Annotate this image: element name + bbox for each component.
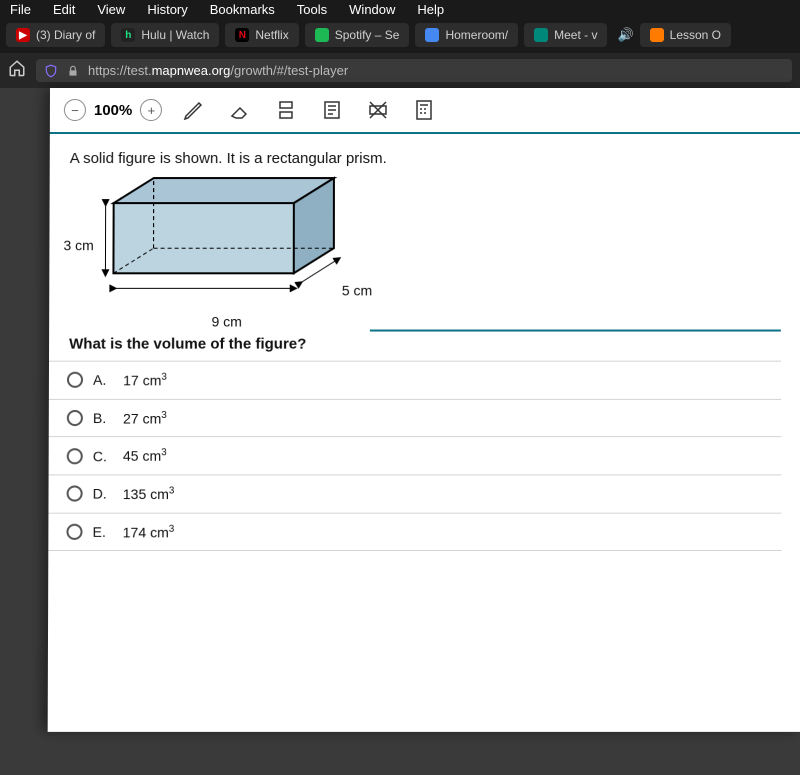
meet-icon <box>534 28 548 42</box>
url-bar[interactable]: https://test.mapnwea.org/growth/#/test-p… <box>36 59 792 82</box>
tab-strip: ▶ (3) Diary of h Hulu | Watch N Netflix Spo… <box>0 19 800 53</box>
netflix-icon: N <box>235 28 249 42</box>
radio-icon[interactable] <box>67 486 83 502</box>
question-ask: What is the volume of the figure? <box>69 336 781 353</box>
dim-height: 3 cm <box>63 237 93 253</box>
option-letter: C. <box>93 448 113 464</box>
tab-lesson[interactable]: Lesson O <box>640 23 731 47</box>
lock-icon <box>66 64 80 78</box>
menu-file[interactable]: File <box>10 2 31 17</box>
dim-width: 9 cm <box>212 313 242 329</box>
zoom-in-button[interactable]: + <box>140 99 162 121</box>
tab-meet[interactable]: Meet - v <box>524 23 607 47</box>
menu-help[interactable]: Help <box>417 2 444 17</box>
tab-netflix[interactable]: N Netflix <box>225 23 298 47</box>
option-value: 174 cm3 <box>123 523 175 540</box>
zoom-controls: − 100% + <box>64 99 162 121</box>
lesson-icon <box>650 28 664 42</box>
tab-diary[interactable]: ▶ (3) Diary of <box>6 23 105 47</box>
tab-hulu[interactable]: h Hulu | Watch <box>111 23 219 47</box>
pencil-icon[interactable] <box>180 96 208 124</box>
menu-tools[interactable]: Tools <box>297 2 327 17</box>
menu-window[interactable]: Window <box>349 2 395 17</box>
option-letter: A. <box>93 372 113 388</box>
dim-depth: 5 cm <box>342 282 372 298</box>
option-value: 135 cm3 <box>123 485 175 502</box>
question-area: A solid figure is shown. It is a rectang… <box>48 134 800 551</box>
tab-label: Hulu | Watch <box>141 28 209 42</box>
option-e[interactable]: E. 174 cm3 <box>48 512 781 551</box>
tab-label: Meet - v <box>554 28 597 42</box>
eraser-icon[interactable] <box>226 96 254 124</box>
shield-icon <box>44 64 58 78</box>
prism-figure: 3 cm 9 cm 5 cm <box>63 177 384 338</box>
option-a[interactable]: A. 17 cm3 <box>49 361 781 399</box>
menu-history[interactable]: History <box>147 2 187 17</box>
highlighter-icon[interactable] <box>272 96 300 124</box>
test-page: − 100% + A solid figure is shown. It is … <box>48 88 800 732</box>
spotify-icon <box>315 28 329 42</box>
option-value: 27 cm3 <box>123 410 167 427</box>
option-d[interactable]: D. 135 cm3 <box>48 474 781 512</box>
tab-label: Homeroom/ <box>445 28 508 42</box>
tab-label: (3) Diary of <box>36 28 95 42</box>
option-letter: E. <box>93 524 113 540</box>
menu-bar: File Edit View History Bookmarks Tools W… <box>0 0 800 19</box>
option-letter: D. <box>93 486 113 502</box>
tab-spotify[interactable]: Spotify – Se <box>305 23 410 47</box>
answer-list: A. 17 cm3 B. 27 cm3 C. 45 cm3 D. 135 cm3… <box>48 361 781 552</box>
url-text: https://test.mapnwea.org/growth/#/test-p… <box>88 63 348 78</box>
prism-svg <box>93 173 364 313</box>
cross-out-icon[interactable] <box>364 96 392 124</box>
sound-icon[interactable]: 🔊 <box>617 27 633 43</box>
menu-view[interactable]: View <box>97 2 125 17</box>
radio-icon[interactable] <box>66 524 82 540</box>
youtube-icon: ▶ <box>16 28 30 42</box>
tab-label: Spotify – Se <box>335 28 400 42</box>
option-b[interactable]: B. 27 cm3 <box>49 399 781 437</box>
classroom-icon <box>425 28 439 42</box>
tab-label: Netflix <box>255 28 288 42</box>
hulu-icon: h <box>121 28 135 42</box>
divider <box>370 330 781 332</box>
option-value: 45 cm3 <box>123 448 167 465</box>
radio-icon[interactable] <box>67 410 83 426</box>
radio-icon[interactable] <box>67 372 83 388</box>
radio-icon[interactable] <box>67 448 83 464</box>
option-letter: B. <box>93 410 113 426</box>
tab-homeroom[interactable]: Homeroom/ <box>415 23 518 47</box>
notepad-icon[interactable] <box>318 96 346 124</box>
tab-label: Lesson O <box>670 28 721 42</box>
menu-bookmarks[interactable]: Bookmarks <box>210 2 275 17</box>
zoom-out-button[interactable]: − <box>64 99 86 121</box>
zoom-value: 100% <box>94 101 132 118</box>
menu-edit[interactable]: Edit <box>53 2 75 17</box>
question-prompt: A solid figure is shown. It is a rectang… <box>70 150 781 167</box>
url-row: https://test.mapnwea.org/growth/#/test-p… <box>0 53 800 88</box>
test-toolbar: − 100% + <box>50 88 800 134</box>
option-c[interactable]: C. 45 cm3 <box>49 436 782 474</box>
home-icon[interactable] <box>8 59 26 82</box>
calculator-icon[interactable] <box>410 96 438 124</box>
option-value: 17 cm3 <box>123 372 167 389</box>
